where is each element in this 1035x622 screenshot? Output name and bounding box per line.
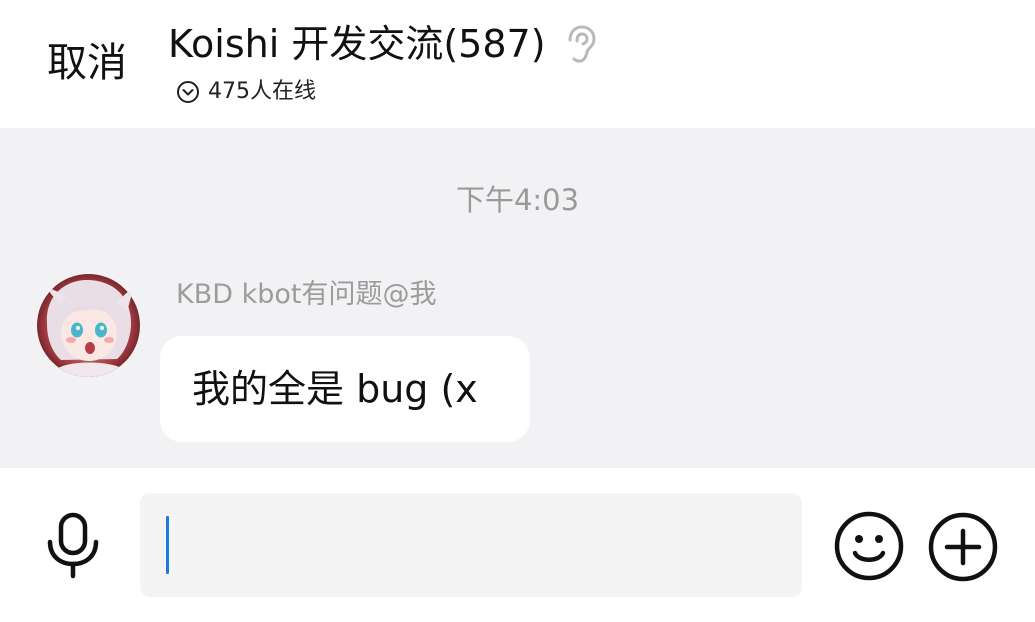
ear-icon[interactable] xyxy=(564,24,596,64)
message-timestamp: 下午4:03 xyxy=(455,183,580,217)
microphone-icon[interactable] xyxy=(44,512,102,580)
group-title[interactable]: Koishi 开发交流(587) xyxy=(168,20,546,68)
sender-name[interactable]: KBD kbot有问题@我 xyxy=(176,278,436,312)
avatar[interactable] xyxy=(37,274,140,377)
text-caret xyxy=(166,516,169,574)
chevron-down-circle-icon xyxy=(176,80,200,104)
smiley-icon[interactable] xyxy=(834,511,904,581)
title-row: Koishi 开发交流(587) xyxy=(168,20,596,68)
message-text: 我的全是 bug (x xyxy=(192,367,478,411)
message-bubble[interactable]: 我的全是 bug (x xyxy=(160,336,530,442)
chat-header: 取消 Koishi 开发交流(587) 475人在线 xyxy=(0,0,1035,128)
message-input[interactable] xyxy=(140,493,802,597)
online-status[interactable]: 475人在线 xyxy=(176,78,316,106)
message-list[interactable]: 下午4:03 KBD kbot有问题@我 我的全是 bug (x xyxy=(0,128,1035,468)
online-count: 475人在线 xyxy=(208,79,316,104)
input-bar xyxy=(0,468,1035,622)
plus-circle-icon[interactable] xyxy=(928,512,998,582)
cancel-button[interactable]: 取消 xyxy=(47,38,127,88)
